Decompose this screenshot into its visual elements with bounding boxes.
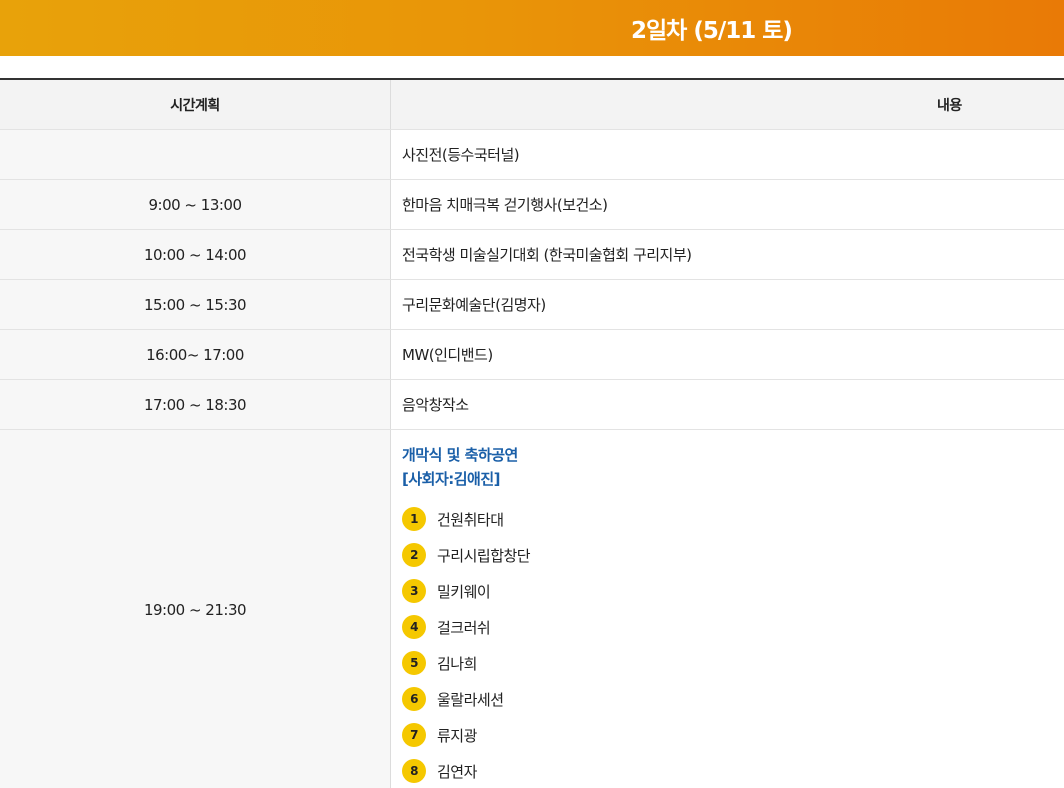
table-row: 17:00 ~ 18:30 음악창작소 [0, 380, 1064, 430]
list-item: 5 김나희 [402, 645, 1064, 681]
day-banner: 2일차 (5/11 토) [0, 0, 1064, 56]
list-item: 7 류지광 [402, 717, 1064, 753]
row-time [0, 130, 391, 179]
number-badge: 1 [402, 507, 426, 531]
table-row: 사진전(등수국터널) [0, 130, 1064, 180]
performer-name: 밀키웨이 [437, 582, 491, 601]
number-badge: 2 [402, 543, 426, 567]
list-item: 8 김연자 [402, 753, 1064, 788]
number-badge: 5 [402, 651, 426, 675]
row-content: 사진전(등수국터널) [402, 146, 520, 164]
table-header-row: 시간계획 내용 [0, 80, 1064, 130]
performer-name: 김나희 [437, 654, 477, 673]
row-time: 16:00~ 17:00 [0, 330, 391, 379]
performer-name: 류지광 [437, 726, 477, 745]
performer-name: 구리시립합창단 [437, 546, 531, 565]
number-badge: 6 [402, 687, 426, 711]
list-item: 6 울랄라세션 [402, 681, 1064, 717]
performer-name: 울랄라세션 [437, 690, 504, 709]
list-item: 2 구리시립합창단 [402, 537, 1064, 573]
event-title: 개막식 및 축하공연 [402, 446, 518, 464]
row-time: 9:00 ~ 13:00 [0, 180, 391, 229]
row-time: 19:00 ~ 21:30 [0, 430, 391, 788]
row-time: 10:00 ~ 14:00 [0, 230, 391, 279]
header-content: 내용 [937, 97, 962, 114]
event-host: [사회자:김애진] [402, 470, 501, 488]
row-content: 한마음 치매극복 걷기행사(보건소) [402, 196, 608, 214]
schedule-table: 시간계획 내용 사진전(등수국터널) 9:00 ~ 13:00 한마음 치매극복… [0, 78, 1064, 788]
number-badge: 8 [402, 759, 426, 783]
table-row-opening-ceremony: 19:00 ~ 21:30 개막식 및 축하공연 [사회자:김애진] 1 건원취… [0, 430, 1064, 788]
row-content: 구리문화예술단(김명자) [402, 296, 546, 314]
list-item: 3 밀키웨이 [402, 573, 1064, 609]
performer-name: 걸크러쉬 [437, 618, 491, 637]
performer-list: 1 건원취타대 2 구리시립합창단 3 밀키웨이 4 걸크러쉬 5 김나희 6 … [402, 501, 1064, 788]
row-content: 전국학생 미술실기대회 (한국미술협회 구리지부) [402, 246, 692, 264]
banner-title: 2일차 (5/11 토) [631, 18, 793, 44]
list-item: 1 건원취타대 [402, 501, 1064, 537]
header-time: 시간계획 [0, 80, 391, 129]
row-time: 17:00 ~ 18:30 [0, 380, 391, 429]
number-badge: 4 [402, 615, 426, 639]
number-badge: 3 [402, 579, 426, 603]
table-row: 10:00 ~ 14:00 전국학생 미술실기대회 (한국미술협회 구리지부) [0, 230, 1064, 280]
row-time: 15:00 ~ 15:30 [0, 280, 391, 329]
number-badge: 7 [402, 723, 426, 747]
list-item: 4 걸크러쉬 [402, 609, 1064, 645]
performer-name: 건원취타대 [437, 510, 504, 529]
table-row: 9:00 ~ 13:00 한마음 치매극복 걷기행사(보건소) [0, 180, 1064, 230]
row-content: 개막식 및 축하공연 [사회자:김애진] 1 건원취타대 2 구리시립합창단 3… [391, 430, 1064, 788]
table-row: 15:00 ~ 15:30 구리문화예술단(김명자) [0, 280, 1064, 330]
performer-name: 김연자 [437, 762, 477, 781]
row-content: 음악창작소 [402, 396, 469, 414]
row-content: MW(인디밴드) [402, 346, 493, 364]
table-row: 16:00~ 17:00 MW(인디밴드) [0, 330, 1064, 380]
